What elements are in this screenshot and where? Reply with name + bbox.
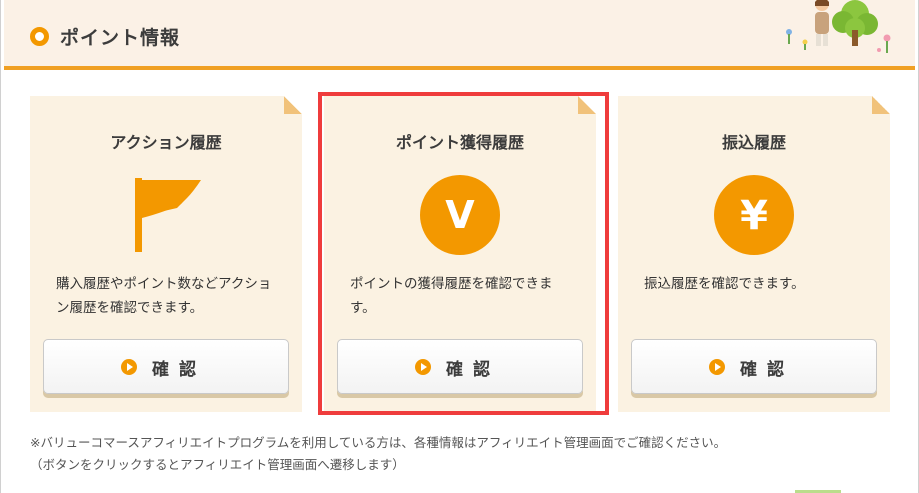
- tree-illustration-icon: [786, 0, 891, 53]
- svg-text:¥: ¥: [740, 193, 768, 239]
- footnote-line-1: ※バリューコマースアフィリエイトプログラムを利用している方は、各種情報はアフィリ…: [30, 435, 727, 450]
- page-fold-corner: [872, 96, 890, 114]
- play-icon: [121, 359, 137, 375]
- footnote: ※バリューコマースアフィリエイトプログラムを利用している方は、各種情報はアフィリ…: [30, 432, 726, 476]
- button-label: 確認: [152, 360, 206, 380]
- button-label: 確認: [740, 360, 794, 380]
- card-title: アクション履歴: [110, 133, 222, 152]
- confirm-button-action-history[interactable]: 確認: [43, 339, 289, 394]
- yen-icon: ¥: [714, 175, 794, 255]
- circle-bullet-icon: [30, 27, 49, 46]
- selection-highlight: [318, 92, 609, 415]
- card-transfer-history: 振込履歴 ¥ 振込履歴を確認できます。 確認: [618, 96, 890, 412]
- card-description: 購入履歴やポイント数などアクション履歴を確認できます。: [56, 276, 272, 316]
- card-title: 振込履歴: [721, 133, 786, 152]
- flag-icon: [135, 178, 201, 252]
- footer-decoration: [795, 490, 841, 493]
- play-icon: [709, 359, 725, 375]
- footnote-line-2: （ボタンをクリックするとアフィリエイト管理画面へ遷移します）: [30, 457, 405, 472]
- page-fold-corner: [284, 96, 302, 114]
- card-description: 振込履歴を確認できます。: [644, 276, 805, 292]
- confirm-button-transfer-history[interactable]: 確認: [631, 339, 877, 394]
- section-title: ポイント情報: [60, 27, 181, 49]
- card-action-history: アクション履歴 購入履歴やポイント数などアクション履歴を確認できます。 確認: [30, 96, 302, 412]
- section-header: ポイント情報: [4, 0, 915, 70]
